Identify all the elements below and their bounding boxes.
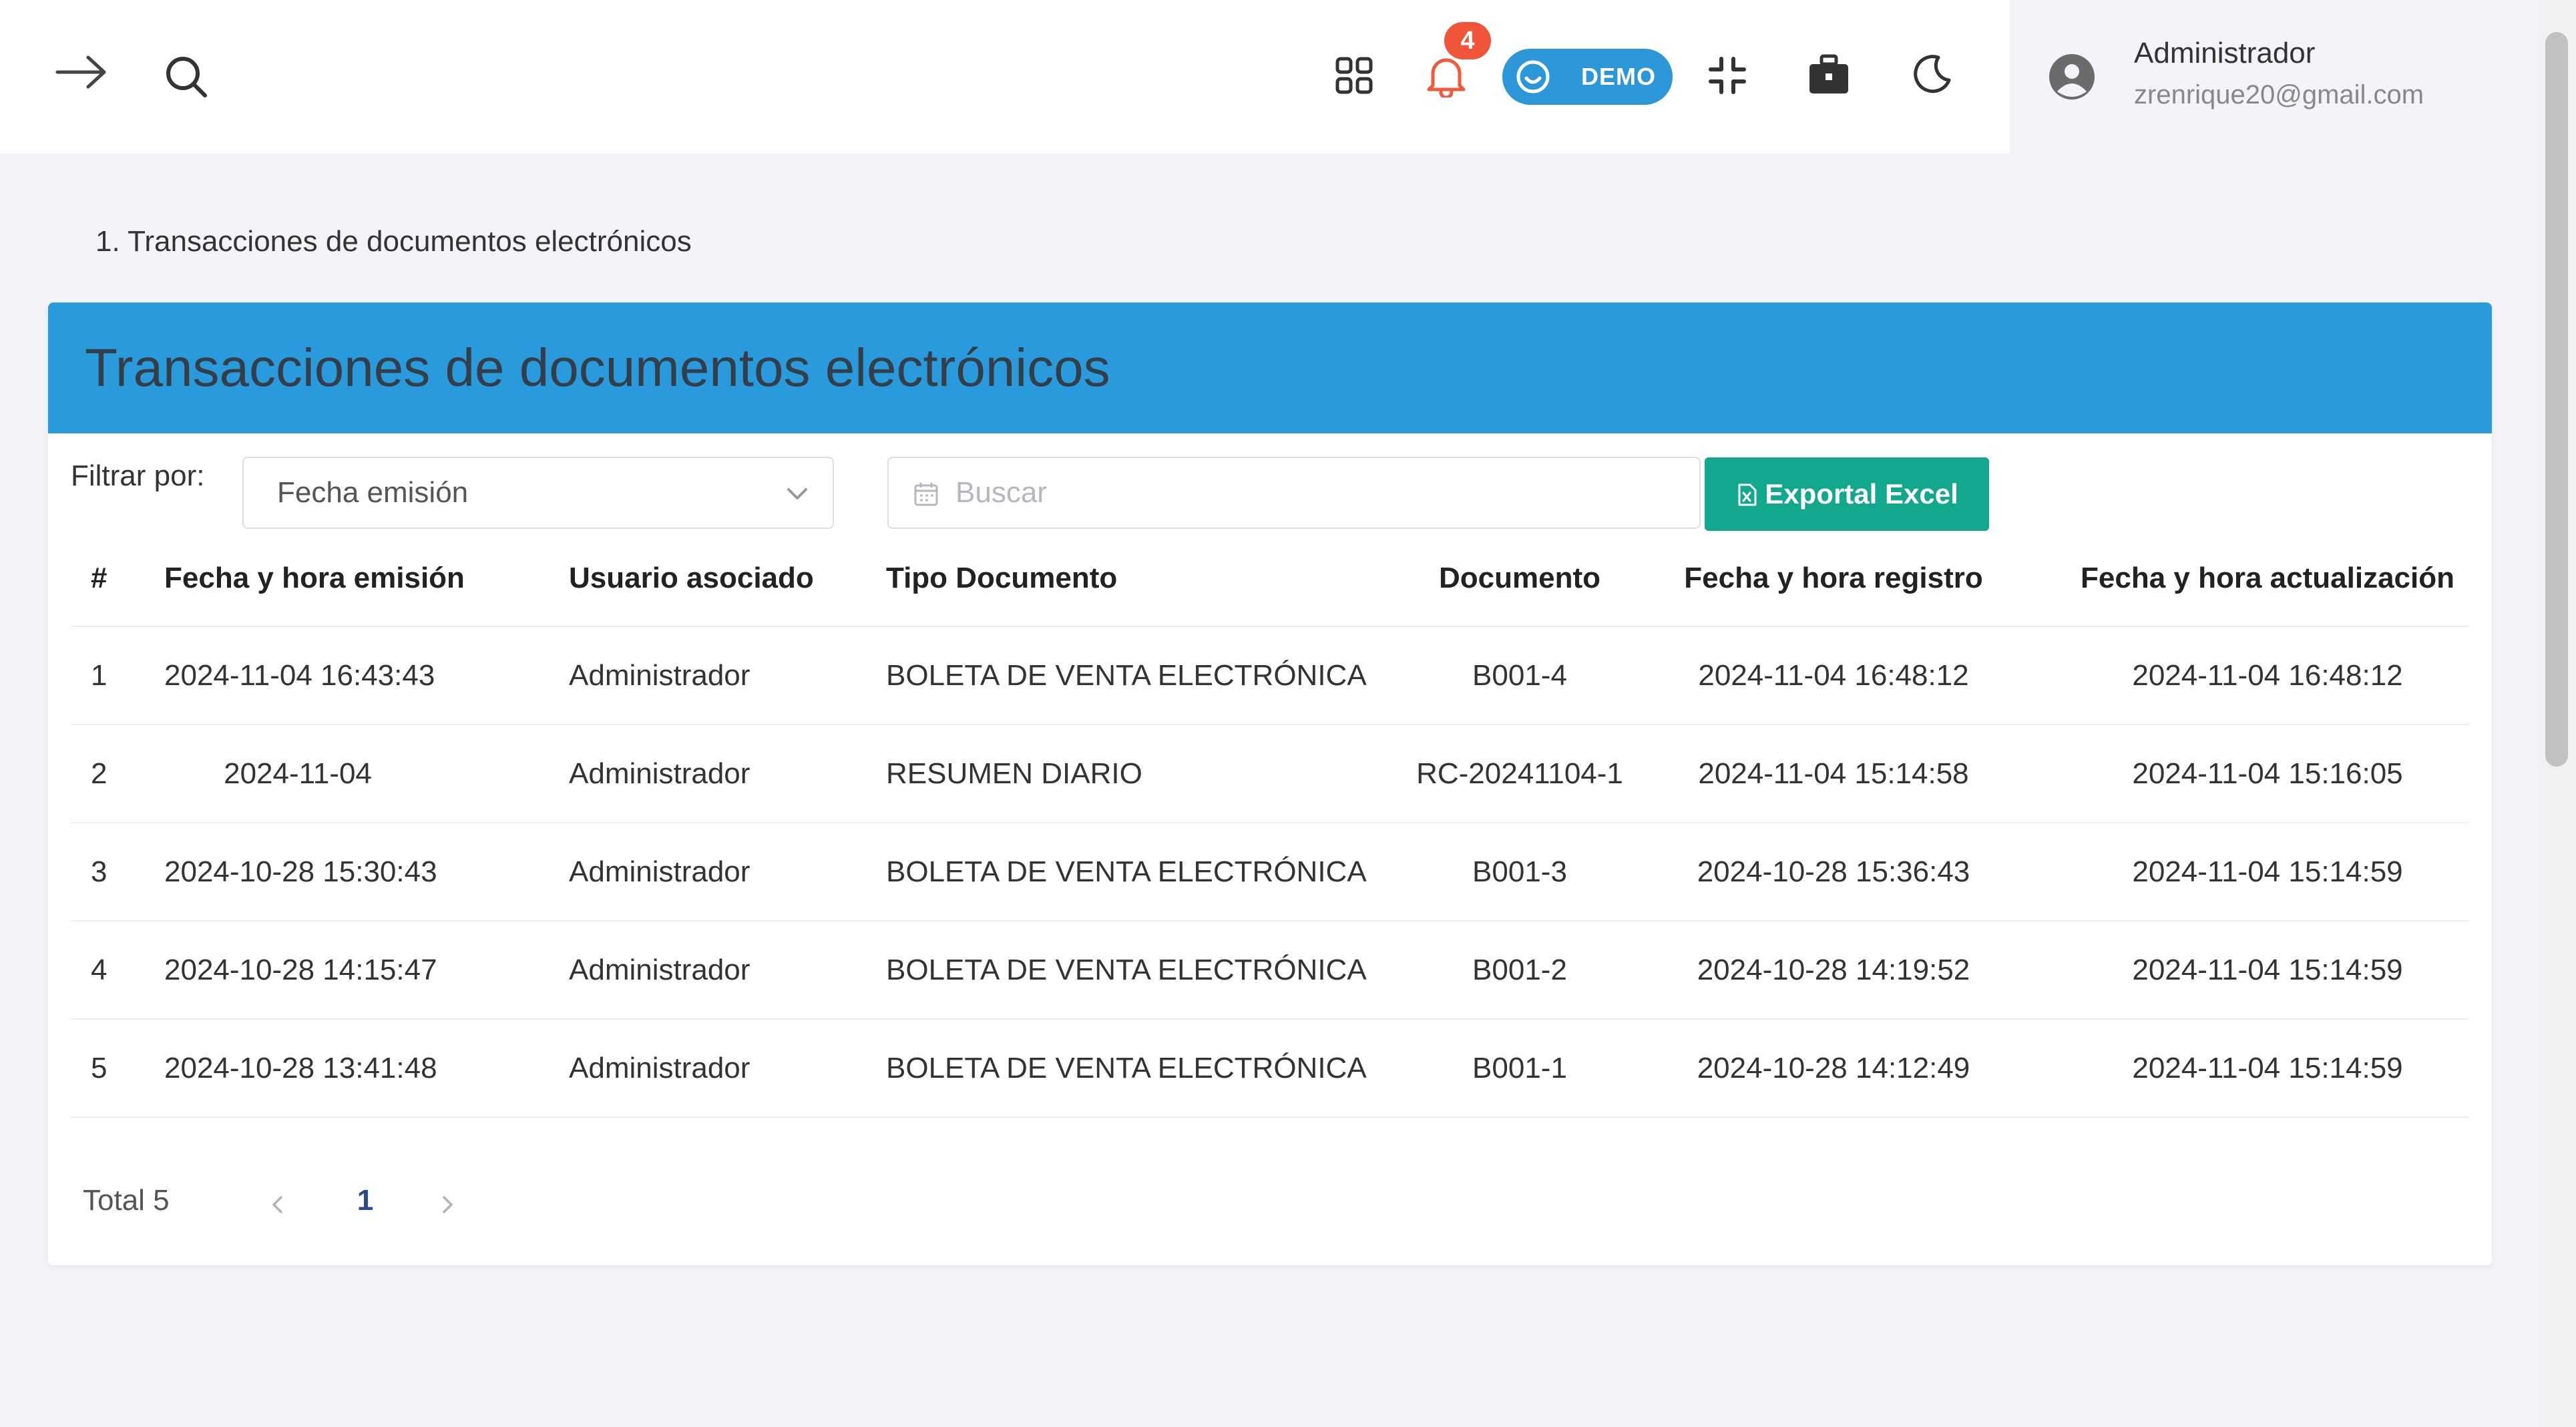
column-header-update-datetime: Fecha y hora actualización (2081, 562, 2454, 594)
moon-icon[interactable] (1912, 53, 1953, 95)
page-title: Transacciones de documentos electrónicos (85, 338, 1110, 397)
table-row[interactable]: 2 2024-11-04 Administrador RESUMEN DIARI… (71, 725, 2469, 823)
demo-mode-toggle[interactable]: DEMO (1502, 49, 1673, 105)
cell-register-datetime: 2024-10-28 14:19:52 (1697, 954, 1970, 986)
cell-user: Administrador (569, 1052, 750, 1084)
top-bar: 4 DEMO (0, 0, 2010, 154)
cell-issue-datetime: 2024-10-28 13:41:48 (164, 1052, 437, 1084)
cell-update-datetime: 2024-11-04 15:14:59 (2132, 855, 2403, 888)
user-avatar-icon (2048, 53, 2096, 101)
table-header-row: # Fecha y hora emisión Usuario asociado … (71, 530, 2469, 627)
pagination-prev-button[interactable] (267, 1194, 288, 1215)
column-header-document: Documento (1439, 562, 1600, 594)
pagination-page-current[interactable]: 1 (342, 1184, 389, 1217)
table-row[interactable]: 3 2024-10-28 15:30:43 Administrador BOLE… (71, 823, 2469, 922)
cell-issue-datetime: 2024-10-28 15:30:43 (164, 855, 437, 888)
card-header: Transacciones de documentos electrónicos (48, 302, 2492, 433)
cell-register-datetime: 2024-10-28 14:12:49 (1697, 1052, 1970, 1084)
filter-label: Filtrar por: (71, 459, 205, 492)
cell-update-datetime: 2024-11-04 16:48:12 (2132, 659, 2403, 692)
cell-document: B001-1 (1472, 1052, 1567, 1084)
cell-register-datetime: 2024-11-04 16:48:12 (1698, 659, 1969, 692)
cell-user: Administrador (569, 659, 750, 692)
bell-icon[interactable] (1425, 53, 1468, 97)
cell-index: 5 (91, 1052, 108, 1084)
cell-document: RC-20241104-1 (1416, 757, 1623, 790)
search-input[interactable] (955, 458, 1677, 528)
column-header-issue-datetime: Fecha y hora emisión (164, 562, 465, 594)
filter-select-value: Fecha emisión (277, 476, 469, 509)
compress-icon[interactable] (1708, 56, 1747, 95)
cell-register-datetime: 2024-11-04 15:14:58 (1698, 757, 1969, 790)
chevron-down-icon (785, 481, 810, 506)
filter-select[interactable]: Fecha emisión (242, 457, 834, 529)
cell-user: Administrador (569, 757, 750, 790)
pagination-total: Total 5 (83, 1184, 170, 1217)
cell-index: 1 (91, 659, 108, 692)
table-row[interactable]: 4 2024-10-28 14:15:47 Administrador BOLE… (71, 922, 2469, 1020)
cell-index: 3 (91, 855, 108, 888)
user-name: Administrador (2134, 37, 2316, 69)
column-header-register-datetime: Fecha y hora registro (1684, 562, 1983, 594)
cell-document: B001-4 (1472, 659, 1567, 692)
cell-index: 2 (91, 757, 108, 790)
cell-register-datetime: 2024-10-28 15:36:43 (1697, 855, 1970, 888)
export-excel-label: Exportal Excel (1765, 478, 1958, 509)
cell-update-datetime: 2024-11-04 15:16:05 (2132, 757, 2403, 790)
cell-issue-datetime: 2024-11-04 16:43:43 (164, 659, 435, 692)
chevron-left-icon (272, 1196, 282, 1213)
cell-update-datetime: 2024-11-04 15:14:59 (2132, 954, 2403, 986)
demo-label: DEMO (1581, 63, 1656, 90)
cell-issue-datetime: 2024-11-04 (224, 757, 372, 790)
column-header-index: # (91, 562, 108, 594)
search-icon[interactable] (164, 54, 209, 99)
transactions-card: Transacciones de documentos electrónicos… (48, 302, 2492, 1265)
table-row[interactable]: 5 2024-10-28 13:41:48 Administrador BOLE… (71, 1020, 2469, 1118)
chevron-right-icon (443, 1196, 453, 1213)
user-menu[interactable] (2012, 0, 2491, 154)
pagination-next-button[interactable] (437, 1194, 458, 1215)
arrow-right-icon[interactable] (55, 52, 110, 92)
export-excel-button[interactable]: Exportal Excel (1705, 457, 1989, 531)
smile-icon (1516, 59, 1550, 94)
calendar-icon (913, 481, 939, 507)
cell-update-datetime: 2024-11-04 15:14:59 (2132, 1052, 2403, 1084)
scrollbar-thumb[interactable] (2545, 32, 2568, 767)
notification-badge: 4 (1444, 22, 1491, 59)
breadcrumb: 1. Transacciones de documentos electróni… (95, 225, 692, 258)
cell-user: Administrador (569, 855, 750, 888)
table-row[interactable]: 1 2024-11-04 16:43:43 Administrador BOLE… (71, 627, 2469, 725)
column-header-user: Usuario asociado (569, 562, 814, 594)
cell-issue-datetime: 2024-10-28 14:15:47 (164, 954, 437, 986)
briefcase-icon[interactable] (1807, 53, 1851, 97)
excel-file-icon (1735, 481, 1758, 506)
user-email: zrenrique20@gmail.com (2134, 80, 2424, 110)
grid-apps-icon[interactable] (1335, 56, 1373, 95)
cell-document: B001-2 (1472, 954, 1567, 986)
cell-user: Administrador (569, 954, 750, 986)
cell-index: 4 (91, 954, 108, 986)
transactions-table: # Fecha y hora emisión Usuario asociado … (71, 530, 2469, 1118)
search-field[interactable] (887, 457, 1701, 529)
cell-document: B001-3 (1472, 855, 1567, 888)
